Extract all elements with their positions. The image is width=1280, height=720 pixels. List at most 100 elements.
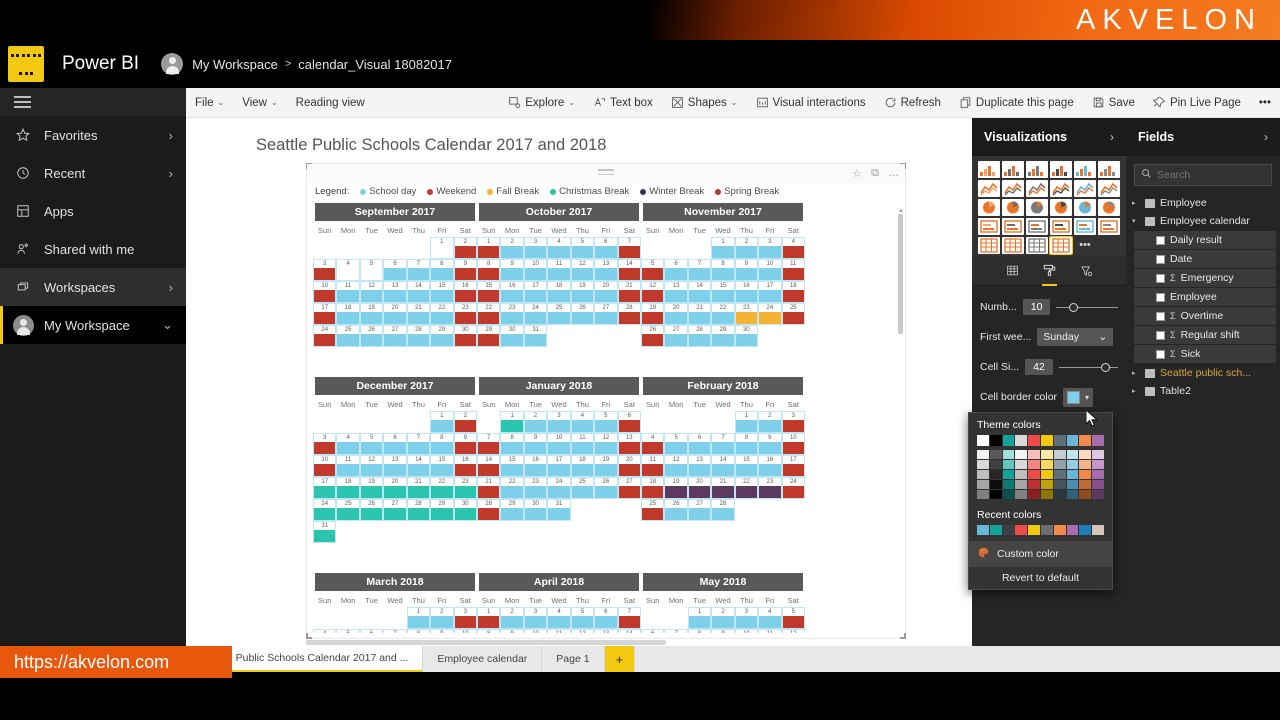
calendar-day-cell[interactable]: 14 — [617, 629, 641, 633]
calendar-day-cell[interactable]: 24 — [547, 477, 571, 499]
color-shade-swatch[interactable] — [989, 460, 1002, 469]
toolbar-more[interactable]: ••• — [1250, 88, 1280, 118]
color-shade-swatch[interactable] — [1079, 490, 1092, 499]
calendar-day-cell[interactable]: 4 — [547, 607, 571, 629]
calendar-day-cell[interactable]: 3 — [758, 237, 782, 259]
calendar-day-cell[interactable]: 11 — [641, 455, 665, 477]
map-icon[interactable] — [1074, 199, 1096, 216]
calendar-day-cell[interactable]: 2 — [453, 237, 477, 259]
calendar-day-cell[interactable]: 16 — [734, 281, 759, 303]
calendar-day-cell[interactable]: 11 — [547, 629, 571, 633]
calendar-day-cell[interactable]: 27 — [687, 499, 712, 521]
calendar-day-cell[interactable]: 19 — [664, 477, 688, 499]
calendar-day-cell[interactable]: 16 — [453, 281, 477, 303]
field-row[interactable]: Daily result — [1134, 231, 1276, 249]
color-shade-swatch[interactable] — [1015, 490, 1028, 499]
calendar-day-cell[interactable]: 11 — [336, 455, 360, 477]
calendar-day-cell[interactable]: 21 — [406, 303, 431, 325]
more-options-icon[interactable]: … — [888, 167, 899, 180]
calendar-day-cell[interactable]: 12 — [570, 259, 595, 281]
calendar-day-cell[interactable]: 7 — [711, 433, 735, 455]
calendar-day-cell[interactable]: 1 — [687, 607, 712, 629]
calendar-day-cell[interactable]: 18 — [781, 281, 805, 303]
calendar-day-cell[interactable]: 22 — [500, 477, 524, 499]
color-shade-swatch[interactable] — [1079, 450, 1092, 459]
color-swatch[interactable] — [1092, 435, 1104, 446]
calendar-day-cell[interactable]: 28 — [617, 303, 641, 325]
calendar-day-cell[interactable]: 25 — [336, 499, 360, 521]
calendar-day-cell[interactable]: 23 — [758, 477, 782, 499]
collapse-panel-chevron-icon[interactable]: › — [1110, 130, 1114, 144]
calendar-day-cell[interactable]: 10 — [523, 629, 548, 633]
calendar-day-cell[interactable]: 2 — [430, 607, 454, 629]
page-tab-page-1[interactable]: Page 1 — [542, 646, 605, 672]
calendar-day-cell[interactable]: 17 — [781, 455, 805, 477]
clustered-bar-chart-icon[interactable] — [1026, 161, 1048, 178]
multi-row-card-icon[interactable] — [1026, 218, 1048, 235]
calendar-day-cell[interactable]: 13 — [664, 281, 688, 303]
calendar-day-cell[interactable]: 6 — [359, 629, 384, 633]
color-shade-swatch[interactable] — [977, 480, 989, 489]
calendar-day-cell[interactable]: 6 — [383, 433, 407, 455]
calendar-day-cell[interactable]: 2 — [453, 411, 477, 433]
calendar-day-cell[interactable]: 7 — [617, 237, 641, 259]
calendar-day-cell[interactable]: 19 — [641, 303, 665, 325]
revert-to-default-button[interactable]: Revert to default — [969, 567, 1112, 589]
calendar-day-cell[interactable]: 4 — [641, 433, 665, 455]
calendar-day-cell[interactable]: 14 — [477, 455, 501, 477]
focus-mode-icon[interactable]: ⧉ — [871, 167, 879, 180]
clustered-column-chart-icon[interactable] — [1050, 161, 1072, 178]
field-row[interactable]: Σ Sick — [1134, 345, 1276, 363]
calendar-day-cell[interactable]: 21 — [617, 281, 641, 303]
calendar-day-cell[interactable]: 27 — [617, 477, 641, 499]
calendar-day-cell[interactable]: 9 — [500, 259, 524, 281]
calendar-day-cell[interactable]: 22 — [711, 303, 735, 325]
toolbar-file[interactable]: File ⌄ — [186, 88, 233, 118]
calendar-day-cell[interactable]: 5 — [570, 607, 595, 629]
calendar-scroll-region[interactable]: September 2017 Sun Mon Tue Wed Thu Fri Sat 1 2 3 4 5… — [307, 203, 905, 633]
calendar-day-cell[interactable]: 18 — [336, 477, 360, 499]
calendar-day-cell[interactable]: 10 — [313, 455, 337, 477]
calendar-day-cell[interactable]: 5 — [336, 629, 360, 633]
number-of-months-slider[interactable] — [1056, 301, 1118, 313]
calendar-day-cell[interactable]: 28 — [406, 325, 431, 347]
breadcrumb-report[interactable]: calendar_Visual 18082017 — [298, 57, 452, 72]
calendar-day-cell[interactable]: 18 — [570, 455, 595, 477]
calendar-day-cell[interactable]: 6 — [687, 433, 712, 455]
color-shade-swatch[interactable] — [1092, 460, 1104, 469]
color-swatch[interactable] — [1002, 435, 1015, 446]
ribbon-chart-icon[interactable] — [1098, 180, 1120, 197]
page-tab-employee-calendar[interactable]: Employee calendar — [423, 646, 543, 672]
color-shade-swatch[interactable] — [1028, 460, 1040, 469]
color-shade-swatch[interactable] — [1002, 450, 1015, 459]
cell-border-color-button[interactable]: ▾ — [1063, 387, 1094, 407]
calendar-day-cell[interactable]: 30 — [523, 499, 548, 521]
field-checkbox[interactable] — [1156, 254, 1165, 264]
calendar-day-cell[interactable]: 16 — [453, 455, 477, 477]
calendar-day-cell[interactable]: 30 — [500, 325, 524, 347]
tab-format-pane[interactable] — [1041, 256, 1057, 286]
color-shade-swatch[interactable] — [1028, 480, 1040, 489]
calendar-day-cell[interactable]: 26 — [641, 325, 665, 347]
color-shade-swatch[interactable] — [1066, 460, 1079, 469]
color-shade-swatch[interactable] — [1028, 450, 1040, 459]
calendar-day-cell[interactable]: 6 — [594, 607, 618, 629]
app-launcher-icon[interactable] — [8, 46, 44, 82]
color-shade-swatch[interactable] — [1066, 490, 1079, 499]
stacked-bar-chart-icon[interactable] — [978, 161, 1000, 178]
toolbar-refresh[interactable]: Refresh — [875, 88, 950, 118]
color-swatch[interactable] — [977, 435, 989, 446]
calendar-day-cell[interactable]: 14 — [617, 259, 641, 281]
calendar-day-cell[interactable]: 1 — [406, 607, 431, 629]
calendar-day-cell[interactable]: 17 — [758, 281, 782, 303]
calendar-day-cell[interactable]: 25 — [570, 477, 595, 499]
tab-fields-pane[interactable] — [1005, 256, 1020, 286]
calendar-day-cell[interactable]: 27 — [594, 303, 618, 325]
calendar-day-cell[interactable]: 6 — [641, 629, 665, 633]
calendar-day-cell[interactable]: 20 — [617, 455, 641, 477]
scroll-up-arrow-icon[interactable]: ▲ — [898, 208, 904, 214]
calendar-day-cell[interactable]: 8 — [430, 433, 454, 455]
calendar-day-cell[interactable]: 21 — [406, 477, 431, 499]
scatter-chart-icon[interactable] — [978, 199, 1000, 216]
fields-table-row[interactable]: ▸ Seattle public sch... — [1126, 364, 1280, 382]
